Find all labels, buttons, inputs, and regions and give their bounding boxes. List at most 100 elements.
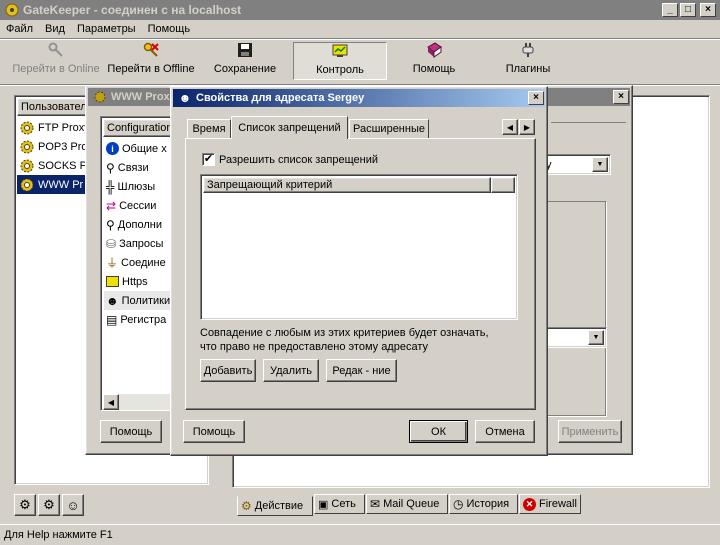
user-icon: ☺ xyxy=(66,497,80,513)
tab-scroll-right-button[interactable]: ▶ xyxy=(519,119,535,135)
tree-item-policies[interactable]: ☻ Политики xyxy=(104,291,175,310)
config-tree: Configuration i Общие х ⚲ Связи ╬ Шлюзы ⇄ Се… xyxy=(100,116,176,411)
tab-network[interactable]: ▣ Сеть xyxy=(314,494,365,514)
tab-deny-list[interactable]: Список запрещений xyxy=(231,116,348,139)
gear-icon xyxy=(19,120,35,136)
help-button[interactable]: Помощь xyxy=(387,42,481,80)
dialog-help-button[interactable]: Помощь xyxy=(183,420,245,443)
save-button[interactable]: Сохранение xyxy=(198,42,292,80)
tree-item-logging[interactable]: ▤ Регистра xyxy=(104,310,175,329)
delete-button[interactable]: Удалить xyxy=(263,359,319,382)
tree-item-gateways[interactable]: ╬ Шлюзы xyxy=(104,177,175,196)
minimize-button[interactable]: _ xyxy=(662,3,678,17)
menu-view[interactable]: Вид xyxy=(39,23,71,35)
info-icon: i xyxy=(106,142,119,155)
menu-help[interactable]: Помощь xyxy=(142,23,197,35)
tree-item-additional[interactable]: ⚲ Дополни xyxy=(104,215,175,234)
book-icon xyxy=(426,42,442,58)
www-proxy-combo-top[interactable]: y ▼ xyxy=(541,154,611,175)
go-online-button[interactable]: Перейти в Online xyxy=(8,42,104,80)
gear-icon xyxy=(19,139,35,155)
control-button[interactable]: Контроль xyxy=(293,42,387,80)
ok-button[interactable]: ОК xyxy=(409,420,468,443)
cancel-button[interactable]: Отмена xyxy=(475,420,535,443)
tab-mail-queue[interactable]: ✉ Mail Queue xyxy=(366,494,448,514)
deny-list-note: Совпадение с любым из этих критериев буд… xyxy=(200,327,489,353)
plug-icon: ⚲ xyxy=(106,160,115,175)
config-tree-header: Configuration xyxy=(103,119,175,137)
network-icon: ▣ xyxy=(318,498,329,511)
gear-icon xyxy=(92,89,108,105)
plug-icon xyxy=(520,42,536,58)
plugins-button[interactable]: Плагины xyxy=(481,42,575,80)
tree-item-https[interactable]: Https xyxy=(104,272,175,291)
close-button[interactable]: × xyxy=(700,3,716,17)
status-bar: Для Help нажмите F1 xyxy=(0,524,720,545)
tree-item-connections[interactable]: ⏚ Соедине xyxy=(104,253,175,272)
www-proxy-apply-button[interactable]: Применить xyxy=(558,420,622,443)
deny-list-page: ✔ Разрешить список запрещений Запрещающи… xyxy=(185,138,536,410)
clock-icon: ◷ xyxy=(453,497,464,511)
go-offline-button[interactable]: Перейти в Offline xyxy=(104,42,198,80)
add-button[interactable]: Добавить xyxy=(200,359,256,382)
tree-item-links[interactable]: ⚲ Связи xyxy=(104,158,175,177)
envelope-icon: ✉ xyxy=(370,497,381,511)
chevron-down-icon[interactable]: ▼ xyxy=(588,330,604,345)
tab-history[interactable]: ◷ История xyxy=(449,494,518,514)
edit-button[interactable]: Редак - ние xyxy=(326,359,397,382)
window-title: GateKeeper - соединен с на localhost xyxy=(23,3,242,17)
tree-horizontal-scrollbar[interactable]: ◀ xyxy=(103,394,175,410)
gear-icon xyxy=(19,177,35,193)
tab-action[interactable]: ⚙ Действие xyxy=(237,496,313,516)
tab-firewall[interactable]: ✕ Firewall xyxy=(519,494,581,514)
gears-icon: ⚙ xyxy=(19,497,31,512)
menu-bar: Файл Вид Параметры Помощь xyxy=(0,20,720,38)
tab-scroll-left-button[interactable]: ◀ xyxy=(502,119,518,135)
connection-icon: ⏚ xyxy=(106,256,119,270)
menu-file[interactable]: Файл xyxy=(0,23,39,35)
gear-icon: ⚙ xyxy=(43,497,55,512)
user-icon: ☻ xyxy=(106,293,119,308)
recipient-properties-dialog: ☻ Свойства для адресата Sergey × Время С… xyxy=(170,86,548,456)
toolbar: Перейти в Online Перейти в Offline Сохра… xyxy=(0,40,720,82)
www-proxy-help-button[interactable]: Помощь xyxy=(100,420,162,443)
tree-item-general[interactable]: i Общие х xyxy=(104,139,175,158)
deny-criteria-list[interactable]: Запрещающий критерий xyxy=(200,174,518,320)
floppy-icon xyxy=(237,42,253,58)
monitor-icon xyxy=(332,43,348,59)
cylinder-icon: ⛁ xyxy=(106,236,117,251)
view-tab-users[interactable]: ☺ xyxy=(62,494,84,516)
gateway-icon: ╬ xyxy=(106,179,115,194)
deny-criteria-column-header[interactable]: Запрещающий критерий xyxy=(203,177,491,193)
key-icon xyxy=(48,42,64,58)
main-title-bar: GateKeeper - соединен с на localhost xyxy=(0,0,720,20)
view-tab-settings[interactable]: ⚙ xyxy=(38,494,60,516)
www-proxy-group xyxy=(546,201,606,416)
sessions-icon: ⇄ xyxy=(106,198,117,213)
tab-time[interactable]: Время xyxy=(187,119,231,138)
dialog-close-button[interactable]: × xyxy=(528,91,544,105)
menu-options[interactable]: Параметры xyxy=(71,23,142,35)
chevron-down-icon[interactable]: ▼ xyxy=(592,157,608,172)
enable-deny-list-checkbox[interactable]: ✔ Разрешить список запрещений xyxy=(202,153,378,166)
tree-item-requests[interactable]: ⛁ Запросы xyxy=(104,234,175,253)
deny-criteria-column-header-extra[interactable] xyxy=(491,177,515,193)
www-proxy-close-button[interactable]: × xyxy=(613,90,629,104)
www-proxy-combo-bottom[interactable]: ▼ xyxy=(541,327,607,348)
https-icon xyxy=(106,276,119,287)
document-icon: ▤ xyxy=(106,312,118,327)
tab-advanced[interactable]: Расширенные xyxy=(349,119,429,138)
gears-icon: ⚙ xyxy=(241,499,252,513)
maximize-button[interactable]: □ xyxy=(680,3,696,17)
gatekeeper-app-icon xyxy=(4,2,20,18)
view-tab-services[interactable]: ⚙ xyxy=(14,494,36,516)
checkbox-checked-icon: ✔ xyxy=(202,153,215,166)
dialog-title-bar: ☻ Свойства для адресата Sergey xyxy=(173,89,545,107)
key-x-icon xyxy=(143,42,159,58)
scroll-left-button[interactable]: ◀ xyxy=(103,394,119,410)
gear-icon xyxy=(19,158,35,174)
plug-icon: ⚲ xyxy=(106,217,115,232)
tree-item-sessions[interactable]: ⇄ Сессии xyxy=(104,196,175,215)
user-icon: ☻ xyxy=(178,91,192,105)
firewall-icon: ✕ xyxy=(523,497,536,511)
